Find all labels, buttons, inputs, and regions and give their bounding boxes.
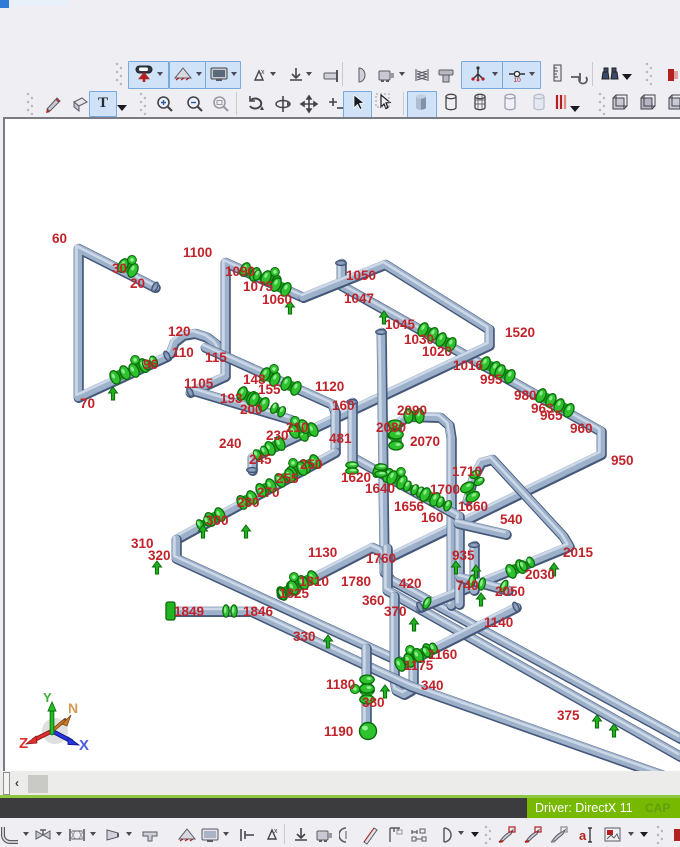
svg-text:T: T [98, 95, 108, 111]
svg-text:1047: 1047 [344, 291, 374, 306]
svg-text:935: 935 [452, 548, 475, 563]
svg-text:340: 340 [421, 678, 444, 693]
svg-text:Y: Y [43, 690, 52, 705]
svg-text:420: 420 [399, 576, 422, 591]
svg-text:995: 995 [480, 372, 503, 387]
svg-text:380: 380 [362, 695, 385, 710]
svg-text:148: 148 [243, 372, 266, 387]
svg-text:1130: 1130 [308, 545, 337, 560]
svg-text:Z: Z [19, 735, 28, 752]
svg-text:240: 240 [219, 436, 242, 451]
svg-text:1710: 1710 [452, 464, 482, 479]
svg-text:370: 370 [384, 604, 407, 619]
svg-text:2080: 2080 [376, 420, 406, 435]
svg-text:1190: 1190 [324, 724, 353, 739]
svg-text:x: x [274, 828, 278, 835]
svg-text:1660: 1660 [458, 499, 488, 514]
svg-text:1140: 1140 [484, 615, 513, 630]
svg-text:X: X [79, 737, 89, 754]
svg-text:1045: 1045 [385, 317, 416, 332]
svg-text:2090: 2090 [397, 403, 427, 418]
svg-text:a: a [579, 828, 587, 843]
svg-text:1656: 1656 [394, 499, 425, 514]
svg-text:1175: 1175 [404, 658, 434, 673]
svg-text:2015: 2015 [563, 545, 594, 560]
svg-text:375: 375 [557, 708, 580, 723]
svg-text:60: 60 [52, 231, 67, 246]
svg-text:120: 120 [168, 324, 191, 339]
svg-text:160: 160 [332, 398, 355, 413]
svg-text:1060: 1060 [262, 292, 292, 307]
svg-text:740: 740 [456, 578, 479, 593]
svg-text:30: 30 [112, 261, 127, 276]
svg-text:950: 950 [611, 453, 634, 468]
svg-text:270: 270 [257, 485, 280, 500]
svg-text:540: 540 [500, 512, 523, 527]
svg-text:96: 96 [143, 357, 159, 372]
svg-text:1780: 1780 [341, 574, 371, 589]
svg-text:320: 320 [148, 548, 171, 563]
svg-text:481: 481 [329, 431, 352, 446]
svg-text:110: 110 [172, 345, 194, 360]
svg-text:1760: 1760 [366, 551, 396, 566]
svg-text:1090: 1090 [225, 264, 255, 279]
svg-text:250: 250 [300, 457, 323, 472]
svg-text:1640: 1640 [365, 481, 395, 496]
svg-text:20: 20 [130, 276, 145, 291]
svg-text:70: 70 [80, 396, 95, 411]
svg-text:2050: 2050 [495, 584, 525, 599]
svg-text:300: 300 [206, 513, 229, 528]
svg-text:2070: 2070 [410, 434, 440, 449]
svg-text:1825: 1825 [279, 586, 310, 601]
svg-text:1050: 1050 [346, 268, 376, 283]
svg-text:210: 210 [286, 420, 309, 435]
svg-text:360: 360 [362, 593, 385, 608]
svg-text:1520: 1520 [505, 325, 535, 340]
svg-text:x: x [261, 69, 265, 76]
svg-text:280: 280 [237, 495, 260, 510]
svg-text:1180: 1180 [326, 677, 355, 692]
svg-text:1016: 1016 [453, 358, 484, 373]
svg-text:160: 160 [421, 510, 444, 525]
svg-text:1020: 1020 [422, 344, 452, 359]
svg-text:1849: 1849 [174, 604, 204, 619]
svg-text:115: 115 [205, 350, 227, 365]
svg-text:1100: 1100 [183, 245, 212, 260]
svg-text:255: 255 [276, 471, 299, 486]
svg-text:330: 330 [293, 629, 316, 644]
svg-text:10: 10 [514, 77, 522, 84]
svg-text:245: 245 [249, 452, 272, 467]
svg-text:960: 960 [570, 421, 593, 436]
svg-text:N: N [68, 700, 78, 716]
svg-text:1846: 1846 [243, 604, 274, 619]
svg-text:1700: 1700 [430, 482, 460, 497]
svg-text:1105: 1105 [184, 376, 214, 391]
svg-text:200: 200 [240, 402, 263, 417]
svg-text:965: 965 [540, 408, 563, 423]
svg-text:1120: 1120 [315, 379, 344, 394]
svg-text:2030: 2030 [525, 567, 555, 582]
